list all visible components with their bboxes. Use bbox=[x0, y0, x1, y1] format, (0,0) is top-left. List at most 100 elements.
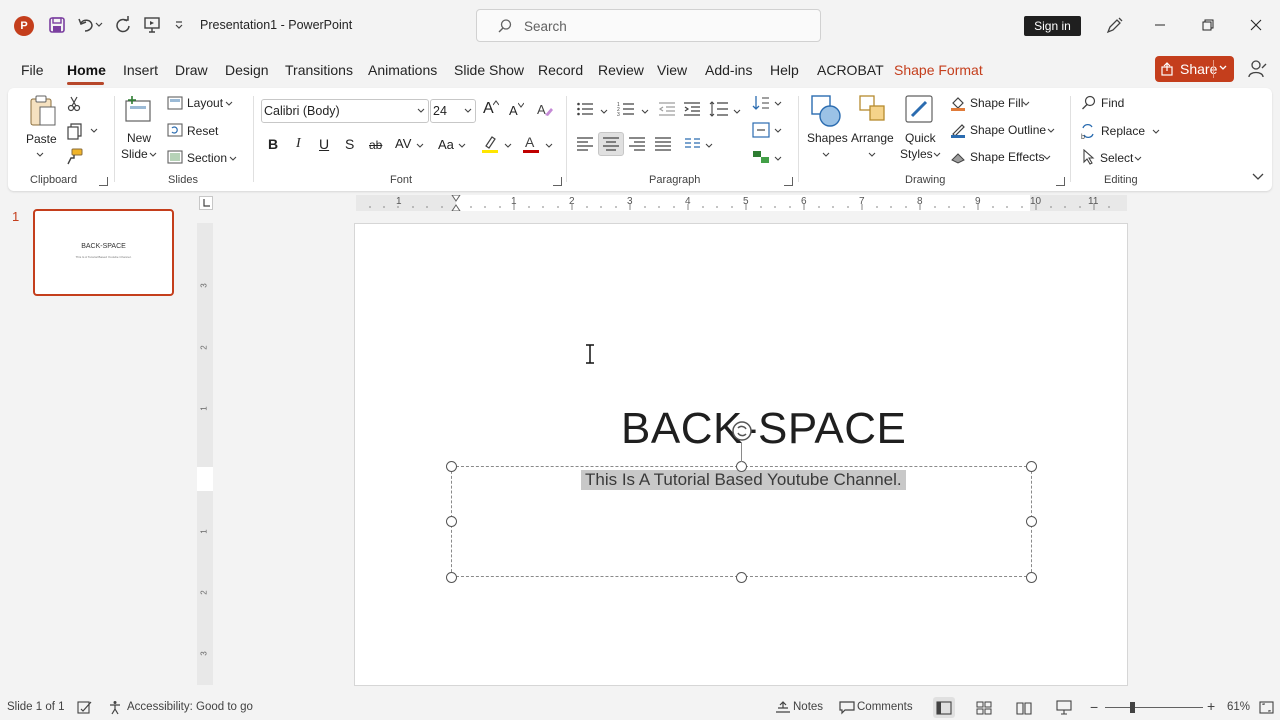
minimize-icon[interactable] bbox=[1149, 14, 1171, 36]
resize-handle[interactable] bbox=[1026, 572, 1037, 583]
tab-draw[interactable]: Draw bbox=[175, 62, 208, 78]
format-painter-icon[interactable] bbox=[66, 148, 84, 166]
paste-icon[interactable] bbox=[28, 94, 58, 128]
redo-icon[interactable] bbox=[112, 14, 134, 36]
resize-handle[interactable] bbox=[736, 461, 747, 472]
present-from-beginning-icon[interactable] bbox=[141, 14, 163, 36]
shapes-dropdown-icon[interactable] bbox=[822, 152, 830, 157]
save-icon[interactable] bbox=[46, 14, 68, 36]
collapse-ribbon-icon[interactable] bbox=[1251, 170, 1265, 184]
tab-record[interactable]: Record bbox=[538, 62, 583, 78]
new-slide-dropdown-icon[interactable] bbox=[149, 152, 157, 157]
tab-acrobat[interactable]: ACROBAT bbox=[817, 62, 884, 78]
slide-canvas[interactable]: BACK-SPACE This Is A Tutorial Based Yout… bbox=[354, 223, 1128, 686]
tab-insert[interactable]: Insert bbox=[123, 62, 158, 78]
notes-button[interactable]: Notes bbox=[793, 701, 823, 713]
highlight-icon[interactable] bbox=[481, 134, 499, 154]
section-dropdown-icon[interactable] bbox=[229, 156, 237, 161]
decrease-indent-icon[interactable] bbox=[658, 100, 676, 118]
text-direction-icon[interactable] bbox=[752, 94, 770, 112]
line-spacing-dropdown-icon[interactable] bbox=[733, 109, 741, 114]
zoom-in-button[interactable]: + bbox=[1207, 698, 1215, 714]
accessibility-icon[interactable] bbox=[108, 700, 123, 715]
search-input[interactable]: Search bbox=[476, 9, 821, 42]
undo-dropdown-icon[interactable] bbox=[93, 14, 105, 36]
shapes-button[interactable]: Shapes bbox=[807, 131, 848, 145]
reading-view-icon[interactable] bbox=[1016, 700, 1032, 715]
layout-dropdown-icon[interactable] bbox=[225, 101, 233, 106]
copy-dropdown-icon[interactable] bbox=[90, 128, 98, 133]
quick-styles-dropdown-icon[interactable] bbox=[933, 152, 941, 157]
spelling-check-icon[interactable] bbox=[77, 700, 92, 715]
drawing-launcher-icon[interactable] bbox=[1056, 177, 1065, 186]
shape-fill-button[interactable]: Shape Fill bbox=[970, 96, 1023, 110]
italic-button[interactable]: I bbox=[296, 136, 301, 152]
clipboard-launcher-icon[interactable] bbox=[99, 177, 108, 186]
tab-view[interactable]: View bbox=[657, 62, 687, 78]
subtitle-text[interactable]: This Is A Tutorial Based Youtube Channel… bbox=[581, 470, 906, 490]
section-button[interactable]: Section bbox=[187, 151, 227, 165]
tab-add-ins[interactable]: Add-ins bbox=[705, 62, 752, 78]
new-slide-icon[interactable] bbox=[122, 94, 156, 126]
select-dropdown-icon[interactable] bbox=[1134, 156, 1142, 161]
columns-dropdown-icon[interactable] bbox=[705, 143, 713, 148]
smartart-icon[interactable] bbox=[752, 148, 770, 166]
comments-person-icon[interactable] bbox=[1248, 59, 1268, 79]
zoom-out-button[interactable]: − bbox=[1090, 699, 1098, 715]
numbering-dropdown-icon[interactable] bbox=[641, 109, 649, 114]
underline-button[interactable]: U bbox=[319, 136, 329, 152]
zoom-level[interactable]: 61% bbox=[1227, 701, 1250, 713]
shape-outline-dropdown-icon[interactable] bbox=[1047, 128, 1055, 133]
numbering-icon[interactable]: 123 bbox=[617, 100, 635, 118]
tab-slide-show[interactable]: Slide Show bbox=[454, 62, 524, 78]
align-center-icon[interactable] bbox=[598, 132, 624, 156]
replace-button[interactable]: Replace bbox=[1101, 124, 1145, 138]
slide-thumbnail[interactable]: BACK-SPACE This Is A Tutorial Based Yout… bbox=[33, 209, 174, 296]
resize-handle[interactable] bbox=[446, 516, 457, 527]
paste-button[interactable]: Paste bbox=[26, 132, 57, 146]
align-text-dropdown-icon[interactable] bbox=[774, 128, 782, 133]
decrease-font-size-button[interactable]: A bbox=[509, 103, 518, 118]
tab-design[interactable]: Design bbox=[225, 62, 269, 78]
quick-styles-icon[interactable] bbox=[904, 94, 936, 128]
chevron-down-icon[interactable] bbox=[1218, 62, 1228, 74]
resize-handle[interactable] bbox=[446, 572, 457, 583]
comments-button[interactable]: Comments bbox=[857, 701, 913, 713]
align-text-icon[interactable] bbox=[752, 121, 770, 139]
replace-dropdown-icon[interactable] bbox=[1152, 129, 1160, 134]
resize-handle[interactable] bbox=[1026, 516, 1037, 527]
zoom-slider[interactable] bbox=[1105, 707, 1203, 708]
paragraph-launcher-icon[interactable] bbox=[784, 177, 793, 186]
slide-title[interactable]: BACK-SPACE bbox=[621, 404, 906, 454]
arrange-button[interactable]: Arrange bbox=[851, 131, 894, 145]
designer-pen-icon[interactable] bbox=[1104, 16, 1124, 36]
tab-home[interactable]: Home bbox=[67, 62, 106, 78]
arrange-dropdown-icon[interactable] bbox=[868, 152, 876, 157]
select-button[interactable]: Select bbox=[1100, 151, 1133, 165]
font-color-dropdown-icon[interactable] bbox=[545, 143, 553, 148]
resize-handle[interactable] bbox=[736, 572, 747, 583]
font-color-icon[interactable]: A bbox=[522, 134, 540, 154]
resize-handle[interactable] bbox=[1026, 461, 1037, 472]
case-dropdown-icon[interactable] bbox=[458, 143, 466, 148]
shapes-icon[interactable] bbox=[810, 94, 842, 128]
tab-file[interactable]: File bbox=[21, 62, 44, 78]
highlight-dropdown-icon[interactable] bbox=[504, 143, 512, 148]
fit-to-window-icon[interactable] bbox=[1259, 700, 1274, 715]
tab-animations[interactable]: Animations bbox=[368, 62, 437, 78]
align-left-icon[interactable] bbox=[576, 136, 594, 152]
character-spacing-button[interactable]: AV bbox=[395, 136, 411, 151]
tab-selector-icon[interactable] bbox=[199, 196, 213, 210]
slide-show-icon[interactable] bbox=[1056, 700, 1072, 715]
increase-indent-icon[interactable] bbox=[683, 100, 701, 118]
cut-icon[interactable] bbox=[66, 96, 82, 112]
zoom-slider-thumb[interactable] bbox=[1130, 702, 1135, 713]
text-direction-dropdown-icon[interactable] bbox=[774, 101, 782, 106]
accessibility-status[interactable]: Accessibility: Good to go bbox=[127, 701, 253, 713]
line-spacing-icon[interactable] bbox=[709, 100, 729, 118]
align-right-icon[interactable] bbox=[628, 136, 646, 152]
shadow-button[interactable]: S bbox=[345, 136, 354, 152]
clear-formatting-icon[interactable]: A bbox=[536, 100, 554, 118]
change-case-button[interactable]: Aa bbox=[438, 137, 454, 152]
quick-styles-label-2[interactable]: Styles bbox=[900, 147, 933, 161]
